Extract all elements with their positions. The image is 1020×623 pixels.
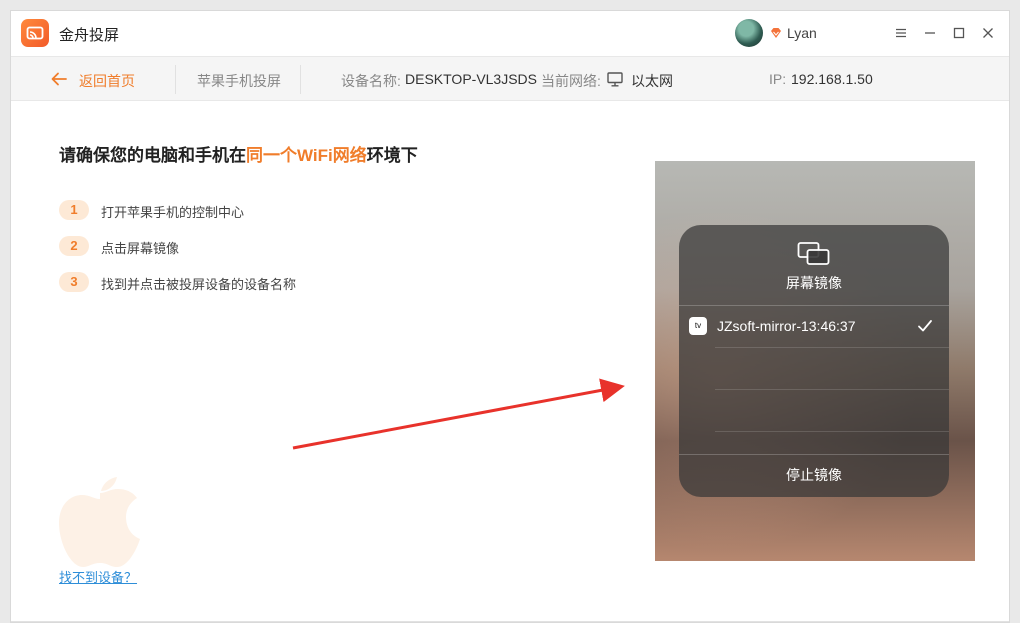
screen-mirroring-icon	[797, 242, 830, 265]
monitor-icon	[607, 72, 623, 87]
app-logo-icon	[21, 19, 49, 47]
screen-mirror-panel: 屏幕镜像 tv JZsoft-mirror-13:46:37 停止镜像	[679, 225, 949, 497]
divider	[11, 621, 1009, 622]
step-number-badge: 3	[59, 272, 89, 292]
divider	[715, 389, 949, 390]
app-title: 金舟投屏	[59, 27, 120, 44]
back-home-button[interactable]: 返回首页	[79, 71, 135, 91]
checkmark-icon	[918, 320, 932, 332]
panel-title: 屏幕镜像	[786, 275, 842, 291]
stop-mirroring-button[interactable]: 停止镜像	[679, 455, 949, 497]
heading-prefix: 请确保您的电脑和手机在	[59, 146, 246, 165]
page-heading: 请确保您的电脑和手机在同一个WiFi网络环境下	[59, 141, 418, 166]
toolbar-divider	[300, 65, 301, 94]
minimize-icon[interactable]	[919, 22, 941, 44]
heading-highlight: 同一个WiFi网络	[246, 146, 367, 165]
heading-suffix: 环境下	[366, 146, 418, 165]
app-window: 金舟投屏 Lyan 返回首页 苹果手机投屏 设备名称: DESKTOP-VL3J…	[10, 10, 1010, 623]
close-icon[interactable]	[977, 22, 999, 44]
device-name: JZsoft-mirror-13:46:37	[717, 318, 856, 334]
toolbar-divider	[175, 65, 176, 94]
step-number-badge: 2	[59, 236, 89, 256]
divider	[715, 431, 949, 432]
cast-mode-label: 苹果手机投屏	[197, 73, 281, 89]
divider	[715, 347, 949, 348]
step-text: 打开苹果手机的控制中心	[101, 205, 245, 220]
maximize-icon[interactable]	[948, 22, 970, 44]
step-text: 找到并点击被投屏设备的设备名称	[101, 277, 297, 292]
pointer-arrow-icon	[292, 378, 625, 450]
phone-control-center-screenshot: 屏幕镜像 tv JZsoft-mirror-13:46:37 停止镜像	[655, 161, 975, 561]
back-arrow-icon[interactable]	[51, 72, 67, 86]
avatar[interactable]	[735, 19, 763, 47]
apple-logo-icon	[59, 477, 140, 567]
toolbar: 返回首页 苹果手机投屏 设备名称: DESKTOP-VL3JSDS 当前网络: …	[11, 56, 1009, 101]
title-bar: 金舟投屏 Lyan	[11, 11, 1009, 56]
menu-icon[interactable]	[890, 22, 912, 44]
step-number-badge: 1	[59, 200, 89, 220]
vip-diamond-icon	[771, 28, 781, 38]
user-name[interactable]: Lyan	[787, 25, 817, 41]
network-value: 以太网	[631, 73, 673, 89]
ip-value: 192.168.1.50	[791, 71, 873, 87]
network-label: 当前网络:	[541, 73, 601, 89]
ip-label: IP:	[769, 71, 787, 87]
device-list-item[interactable]: tv JZsoft-mirror-13:46:37	[679, 305, 949, 347]
step-text: 点击屏幕镜像	[101, 241, 180, 256]
apple-tv-icon: tv	[689, 317, 707, 335]
device-name-value: DESKTOP-VL3JSDS	[405, 71, 538, 87]
device-name-label: 设备名称:	[341, 73, 401, 89]
help-link[interactable]: 找不到设备？	[59, 567, 137, 586]
